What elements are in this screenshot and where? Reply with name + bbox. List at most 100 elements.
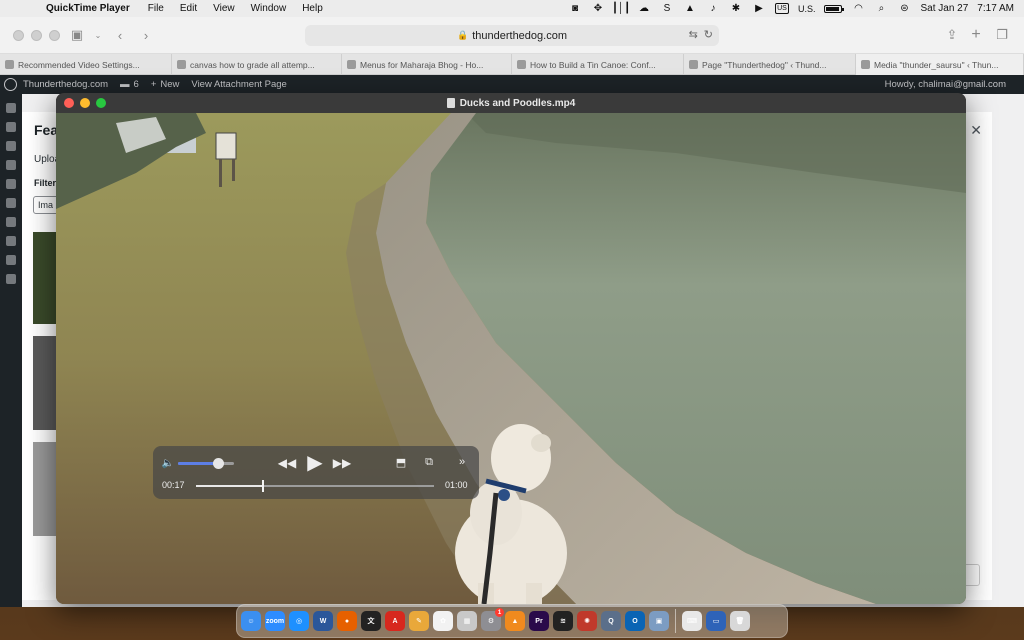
volume-icon[interactable]: 🔈 [162, 456, 174, 470]
appearance-icon[interactable] [6, 198, 16, 208]
wp-admin-bar: Thunderthedog.com ▬ 6 + New View Attachmen… [0, 75, 1024, 94]
dashboard-icon[interactable] [6, 103, 16, 113]
amazon-favicon-icon [517, 60, 526, 69]
tab-canvas[interactable]: canvas how to grade all attemp... [172, 54, 342, 75]
cloud-icon[interactable]: ☁ [637, 3, 651, 15]
new-tab-button[interactable]: + [966, 26, 986, 44]
tab-video-settings[interactable]: Recommended Video Settings... [0, 54, 172, 75]
wp-howdy[interactable]: Howdy, chalimai@gmail.com [879, 79, 1024, 90]
menu-help[interactable]: Help [294, 0, 331, 17]
tools-icon[interactable] [6, 255, 16, 265]
quicktime-icon[interactable]: Q [601, 611, 621, 631]
bluetooth-icon[interactable]: ✱ [729, 3, 743, 15]
users-icon[interactable] [6, 236, 16, 246]
settings-icon[interactable] [6, 274, 16, 284]
firefox-icon[interactable]: ● [337, 611, 357, 631]
wp-comments[interactable]: ▬ 6 [114, 79, 145, 90]
photos-icon[interactable]: ✿ [433, 611, 453, 631]
trash-icon[interactable]: 🗑 [730, 611, 750, 631]
tab-tin-canoe[interactable]: How to Build a Tin Canoe: Conf... [512, 54, 684, 75]
vlc-icon[interactable]: ▲ [505, 611, 525, 631]
video-frame[interactable]: 🔈 ◀◀ ▶ ▶▶ ⬒ ⧉ » 00:17 01:00 [56, 113, 966, 604]
pages-icon[interactable] [6, 160, 16, 170]
menubar-time[interactable]: 7:17 AM [977, 3, 1014, 14]
close-icon[interactable] [64, 98, 74, 108]
audio-waveform-icon[interactable]: ┃│┃ [612, 3, 630, 15]
acrobat-icon[interactable]: A [385, 611, 405, 631]
quicktime-window-controls[interactable] [64, 98, 106, 108]
outlook-icon[interactable]: O [625, 611, 645, 631]
tab-overview-icon[interactable]: ❐ [992, 26, 1012, 44]
chevron-down-icon[interactable]: ⌄ [88, 26, 108, 44]
close-icon[interactable]: ✕ [970, 122, 982, 139]
share-icon[interactable]: ⇪ [942, 26, 962, 44]
posts-icon[interactable] [6, 122, 16, 132]
forward-button[interactable]: › [136, 26, 156, 44]
search-icon[interactable]: ⌕ [874, 3, 888, 15]
media-icon[interactable] [6, 141, 16, 151]
battery-icon[interactable] [824, 4, 845, 13]
volume-knob[interactable] [213, 458, 225, 469]
minimize-icon[interactable] [80, 98, 90, 108]
volume-slider[interactable] [178, 458, 234, 469]
close-icon[interactable] [13, 30, 24, 41]
wp-new[interactable]: + New [145, 79, 186, 90]
launchpad-icon[interactable]: ▦ [457, 611, 477, 631]
airplay-icon[interactable]: ⬒ [393, 454, 409, 470]
timeline-scrubber[interactable] [196, 480, 434, 492]
control-center-icon[interactable]: ⊜ [897, 3, 911, 15]
tab-media[interactable]: Media "thunder_saursu" ‹ Thun... [856, 54, 1024, 75]
minimize-icon[interactable] [31, 30, 42, 41]
app-menu[interactable]: QuickTime Player [38, 0, 140, 17]
menu-window[interactable]: Window [243, 0, 295, 17]
tab-page-thunderthedog[interactable]: Page "Thunderthedog" ‹ Thund... [684, 54, 856, 75]
safari-window-controls[interactable] [13, 30, 60, 41]
menu-edit[interactable]: Edit [172, 0, 205, 17]
keyboard-input-icon[interactable]: US [775, 3, 789, 15]
fullscreen-icon[interactable] [96, 98, 106, 108]
sidebar-icon[interactable]: ▣ [67, 26, 87, 44]
menu-file[interactable]: File [140, 0, 172, 17]
plugins-icon[interactable] [6, 217, 16, 227]
s-logo-icon[interactable]: S [660, 3, 674, 15]
comments-icon[interactable] [6, 179, 16, 189]
settings-icon[interactable]: ⚙ 1 [481, 608, 504, 631]
more-options-icon[interactable]: » [455, 454, 469, 470]
camera-icon[interactable]: ◙ [568, 3, 582, 15]
preview-icon[interactable]: ▣ [649, 611, 669, 631]
picture-in-picture-icon[interactable]: ⧉ [421, 454, 437, 470]
play-icon[interactable]: ▶ [752, 3, 766, 15]
rewind-button[interactable]: ◀◀ [278, 454, 296, 472]
wp-view-attachment[interactable]: View Attachment Page [185, 79, 292, 90]
address-bar[interactable]: 🔒 thunderthedog.com ⇆ ↻ [305, 25, 719, 46]
word-icon[interactable]: W [313, 611, 333, 631]
playhead[interactable] [262, 480, 265, 492]
wifi-icon[interactable]: ◠ [851, 3, 865, 15]
wp-sidebar [0, 94, 22, 607]
bell-icon[interactable]: ♪ [706, 3, 720, 15]
pages-icon[interactable]: ✎ [409, 611, 429, 631]
wp-site-name[interactable]: Thunderthedog.com [17, 79, 114, 90]
finder-icon[interactable]: ☺ [241, 611, 261, 631]
back-button[interactable]: ‹ [110, 26, 130, 44]
translate-icon[interactable]: ⇆ [689, 28, 698, 41]
tab-menus[interactable]: Menus for Maharaja Bhog - Ho... [342, 54, 512, 75]
zoom-icon[interactable] [49, 30, 60, 41]
audio-icon[interactable]: ≋ [553, 611, 573, 631]
reload-icon[interactable]: ↻ [704, 28, 713, 41]
play-button[interactable]: ▶ [304, 450, 326, 474]
keyboard-viewer-icon[interactable]: ⌨ [682, 611, 702, 631]
safari-icon[interactable]: ◎ [289, 611, 309, 631]
recent-window-icon[interactable]: ▭ [706, 611, 726, 631]
fast-forward-button[interactable]: ▶▶ [333, 454, 351, 472]
zoom-icon[interactable]: zoom [265, 611, 285, 631]
photo-booth-icon[interactable]: ✺ [577, 611, 597, 631]
apple-icon[interactable] [12, 0, 28, 17]
triangle-icon[interactable]: ▲ [683, 3, 697, 15]
menubar-date[interactable]: Sat Jan 27 [920, 3, 968, 14]
wordpress-logo-icon[interactable] [4, 78, 17, 91]
menu-view[interactable]: View [205, 0, 243, 17]
premiere-icon[interactable]: Pr [529, 611, 549, 631]
dictionary-icon[interactable]: 文 [361, 611, 381, 631]
dropbox-icon[interactable]: ✥ [591, 3, 605, 15]
